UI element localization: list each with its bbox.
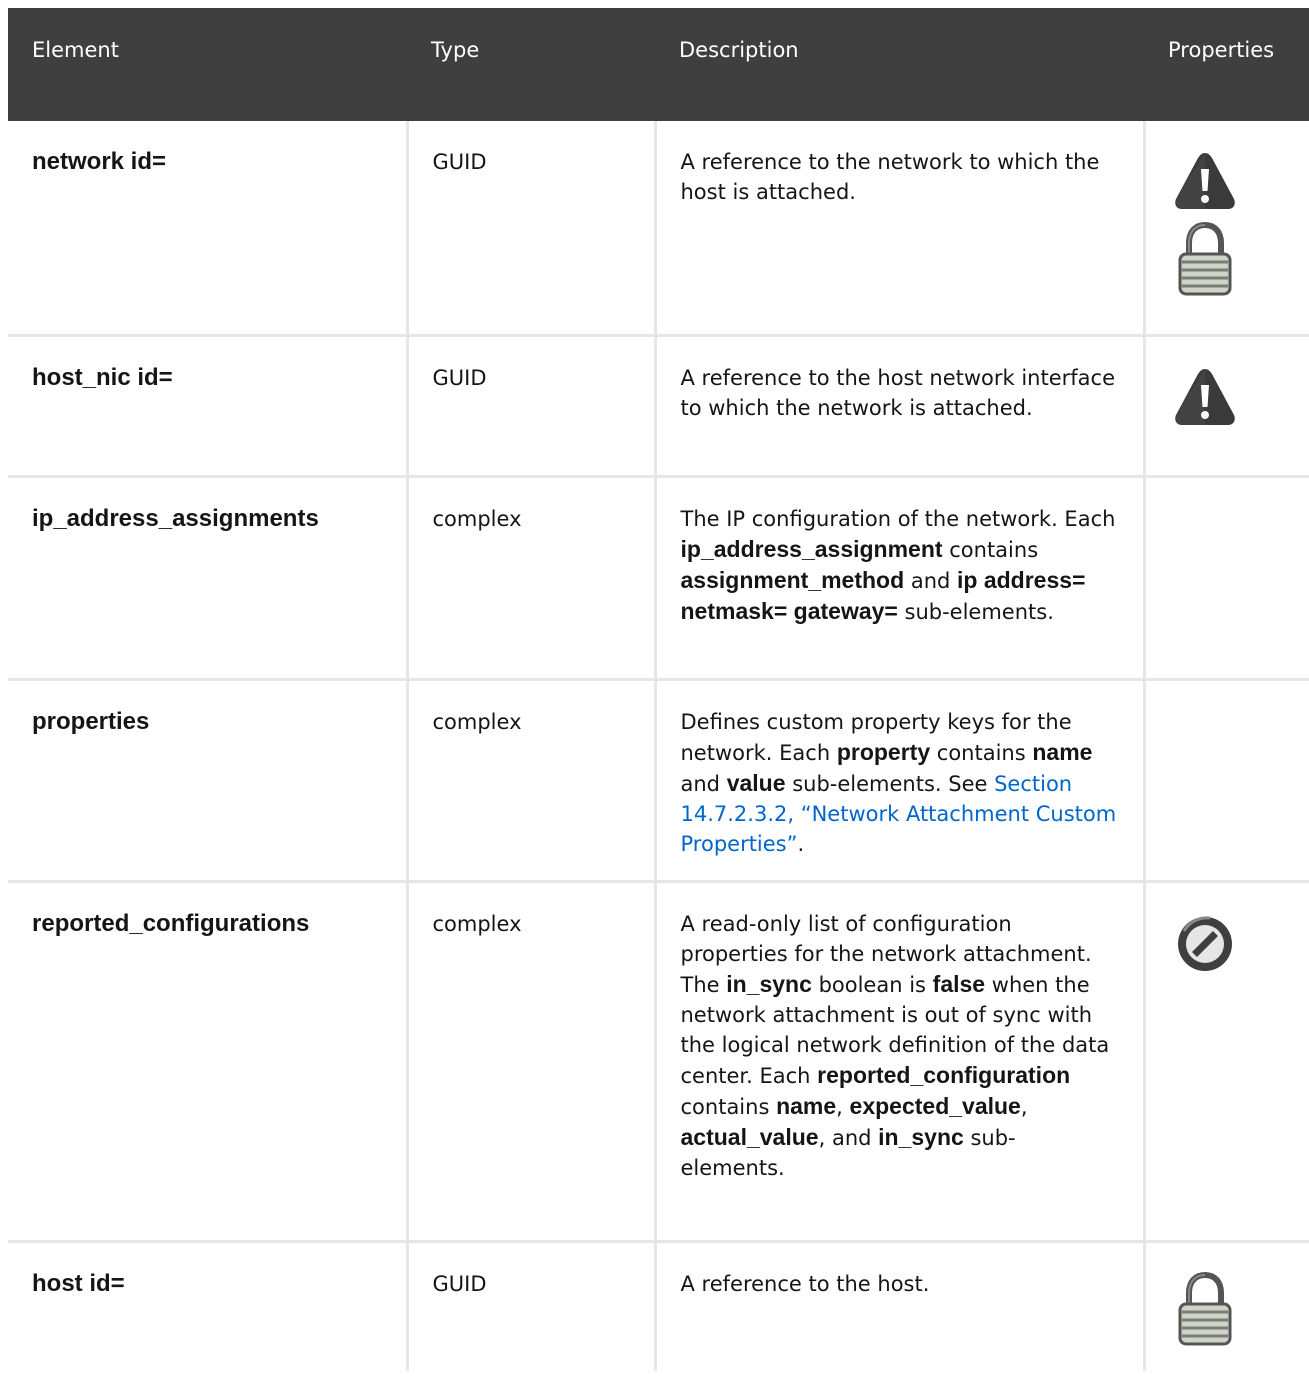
- description-term: value: [726, 769, 786, 796]
- cell-element: ip_address_assignments: [8, 476, 409, 681]
- table-row: ip_address_assignments complex The IP co…: [8, 476, 1309, 681]
- description-text: ,: [1020, 1094, 1028, 1119]
- cell-element: reported_configurations: [8, 881, 409, 1243]
- table-body: network id= GUID A reference to the netw…: [8, 121, 1309, 1371]
- description-term: in_sync: [726, 970, 812, 997]
- cell-type: complex: [407, 679, 657, 883]
- read-only-icon: [1172, 911, 1238, 977]
- description-text: A reference to the host.: [680, 1271, 930, 1296]
- cell-type: GUID: [407, 1241, 657, 1371]
- description-text: , and: [818, 1125, 879, 1150]
- cell-element: network id=: [8, 121, 409, 337]
- cell-description: Defines custom property keys for the net…: [655, 679, 1146, 883]
- description-text: contains: [930, 740, 1033, 765]
- description-term: false: [932, 970, 986, 997]
- description-term: in_sync: [878, 1123, 964, 1150]
- cell-properties: [1144, 679, 1309, 883]
- cell-element: host_nic id=: [8, 335, 409, 478]
- cell-type: GUID: [407, 335, 657, 478]
- description-text: sub-elements. See: [785, 771, 995, 796]
- warning-icon: [1172, 149, 1238, 215]
- cell-properties: [1144, 1241, 1309, 1371]
- cell-properties: [1144, 121, 1309, 337]
- table-row: reported_configurations complex A read-o…: [8, 881, 1309, 1243]
- description-term: assignment_method: [680, 566, 905, 593]
- description-term: ip_address_assignment: [680, 535, 943, 562]
- lock-icon: [1172, 1271, 1238, 1347]
- description-text: contains: [942, 537, 1039, 562]
- description-text: and: [680, 771, 727, 796]
- description-text: and: [904, 568, 958, 593]
- header-type: Type: [407, 8, 655, 121]
- description-term: name: [776, 1092, 837, 1119]
- cell-type: complex: [407, 476, 657, 681]
- header-properties: Properties: [1144, 8, 1309, 121]
- description-term: property: [836, 738, 931, 765]
- cell-description: A reference to the host network interfac…: [655, 335, 1146, 478]
- description-term: reported_configuration: [817, 1061, 1071, 1088]
- cell-properties: [1144, 335, 1309, 478]
- description-text: ,: [836, 1094, 850, 1119]
- cell-type: complex: [407, 881, 657, 1243]
- table-row: host id= GUID A reference to the host.: [8, 1241, 1309, 1371]
- description-text: A reference to the host network interfac…: [680, 365, 1116, 420]
- cell-description: A reference to the network to which the …: [655, 121, 1146, 337]
- document-page: Element Type Description Properties netw…: [8, 8, 1309, 1371]
- cell-element: host id=: [8, 1241, 409, 1371]
- description-term: expected_value: [849, 1092, 1021, 1119]
- description-text: The IP configuration of the network. Eac…: [680, 506, 1116, 531]
- cell-properties: [1144, 881, 1309, 1243]
- header-element: Element: [8, 8, 407, 121]
- description-term: actual_value: [680, 1123, 819, 1150]
- description-text: .: [797, 831, 805, 856]
- cell-description: A read-only list of configuration proper…: [655, 881, 1146, 1243]
- description-text: sub-elements.: [897, 599, 1054, 624]
- cell-type: GUID: [407, 121, 657, 337]
- elements-table: Element Type Description Properties netw…: [8, 8, 1309, 1371]
- warning-icon: [1172, 365, 1238, 431]
- cell-description: The IP configuration of the network. Eac…: [655, 476, 1146, 681]
- description-text: A reference to the network to which the …: [680, 150, 1100, 204]
- lock-icon: [1172, 221, 1238, 297]
- description-text: contains: [680, 1094, 777, 1119]
- table-row: network id= GUID A reference to the netw…: [8, 121, 1309, 337]
- table-row: properties complex Defines custom proper…: [8, 679, 1309, 883]
- table-row: host_nic id= GUID A reference to the hos…: [8, 335, 1309, 478]
- description-term: name: [1032, 738, 1093, 765]
- cell-properties: [1144, 476, 1309, 681]
- cell-description: A reference to the host.: [655, 1241, 1146, 1371]
- description-text: boolean is: [811, 972, 933, 997]
- table-header: Element Type Description Properties: [8, 8, 1309, 121]
- cell-element: properties: [8, 679, 409, 883]
- header-description: Description: [655, 8, 1144, 121]
